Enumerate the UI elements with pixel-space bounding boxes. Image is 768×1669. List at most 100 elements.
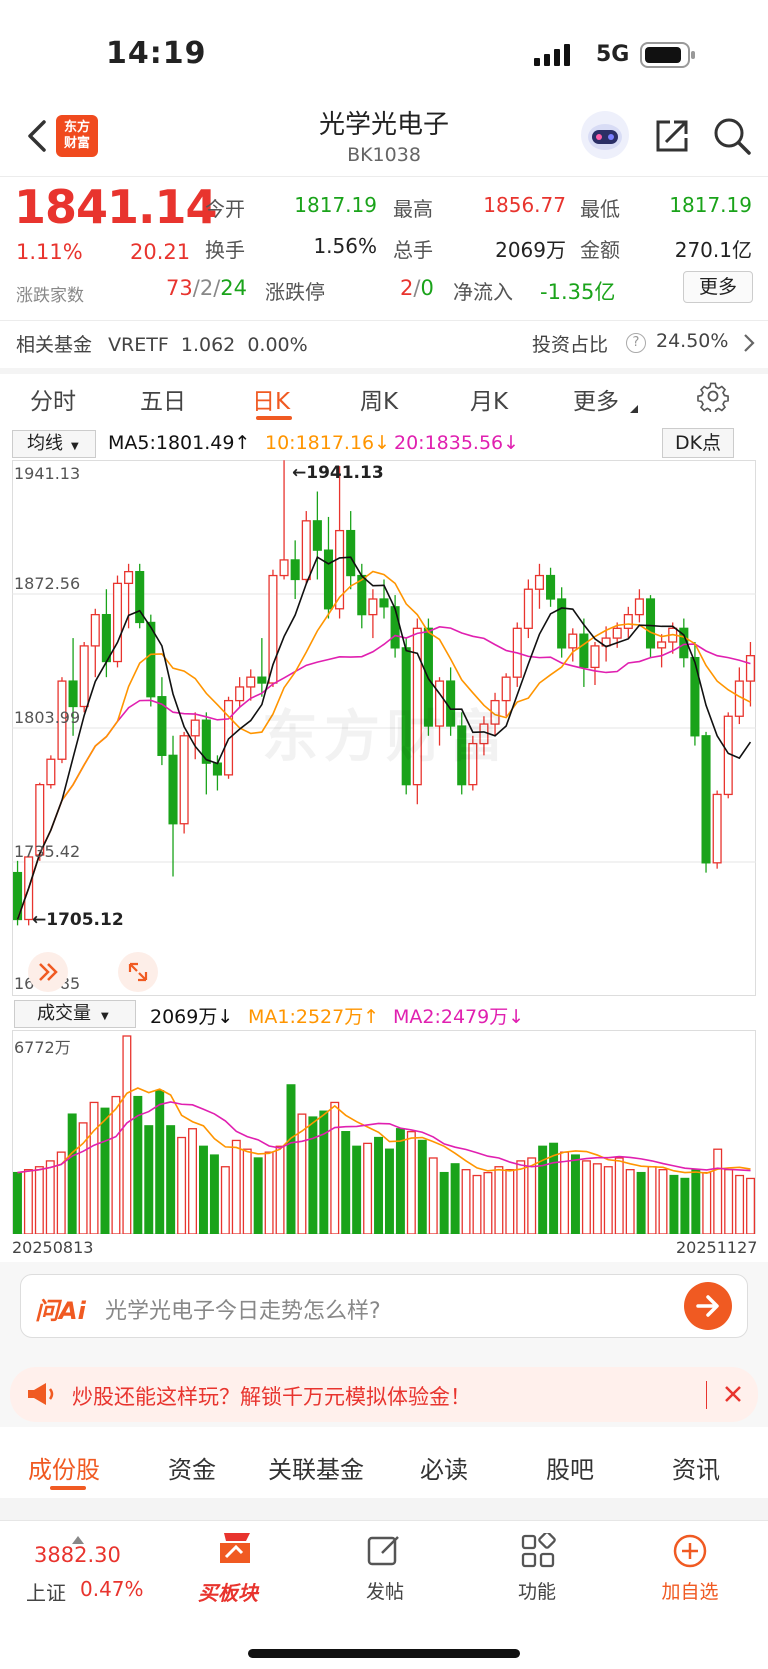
more-button[interactable]: 更多 — [683, 271, 753, 303]
volume-bar-8 — [100, 1107, 110, 1234]
dk-button[interactable]: DK点 — [662, 428, 734, 458]
fund-pct: 0.00% — [247, 334, 308, 356]
tab-intraday[interactable]: 分时 — [30, 382, 76, 416]
fund-row[interactable]: 相关基金 VRETF 1.062 0.00% 投资占比 ? 24.50% — [16, 330, 756, 360]
volume-bar-12 — [144, 1125, 154, 1234]
volume-bar-25 — [286, 1084, 296, 1234]
ai-robot-icon[interactable] — [580, 110, 630, 160]
breadth-label: 涨跌家数 — [16, 286, 84, 306]
candle-21 — [246, 676, 256, 688]
function-label: 功能 — [517, 1581, 556, 1603]
volume-bar-39 — [439, 1171, 449, 1234]
volume-bar-19 — [220, 1166, 230, 1234]
candle-52 — [590, 645, 600, 669]
arrow-right-icon[interactable] — [684, 1282, 732, 1330]
volume-bar-16 — [188, 1128, 198, 1234]
volume-bar-10 — [122, 1035, 132, 1234]
home-indicator — [248, 1649, 520, 1658]
candle-61 — [690, 656, 700, 737]
high-value: 1856.77 — [483, 193, 566, 217]
candle-18 — [212, 762, 222, 776]
volume-bar-7 — [89, 1101, 99, 1234]
volume-bar-45 — [505, 1169, 515, 1234]
gear-icon[interactable] — [697, 380, 729, 415]
volume-bar-14 — [166, 1125, 176, 1234]
close-icon[interactable] — [722, 1383, 744, 1409]
volume-chart[interactable] — [12, 1030, 756, 1234]
volume-bar-59 — [658, 1169, 668, 1234]
volume-bar-5 — [67, 1113, 77, 1234]
volume-bar-31 — [352, 1145, 362, 1234]
signal-icon — [534, 44, 580, 66]
tab-weekly-k[interactable]: 周K — [360, 382, 398, 416]
ai-query-box[interactable]: 问Ai 光学光电子今日走势怎么样? — [20, 1274, 748, 1338]
tab-monthly-k[interactable]: 月K — [470, 382, 508, 416]
candle-50 — [568, 633, 578, 649]
candle-8 — [101, 613, 111, 663]
volume-select[interactable]: 成交量 ▼ — [14, 1000, 136, 1028]
expand-icon[interactable] — [118, 952, 158, 992]
candle-51 — [579, 633, 589, 669]
index-value[interactable]: 3882.30 — [34, 1543, 121, 1567]
tab-constituents[interactable]: 成份股 — [28, 1450, 100, 1485]
low-label: 最低 — [580, 197, 620, 221]
ai-input[interactable]: 光学光电子今日走势怎么样? — [105, 1293, 381, 1325]
share-icon[interactable] — [652, 116, 692, 156]
low-value: 1817.19 — [669, 193, 752, 217]
candle-27 — [312, 520, 322, 551]
volume-bar-30 — [341, 1131, 351, 1234]
open-label: 今开 — [205, 197, 245, 221]
help-icon[interactable]: ? — [626, 333, 646, 353]
limit-label: 涨跌停 — [265, 280, 325, 304]
candle-19 — [224, 699, 234, 776]
volume-bar-42 — [472, 1174, 482, 1234]
function-button[interactable]: 功能 — [502, 1531, 572, 1613]
tab-news[interactable]: 资讯 — [672, 1450, 720, 1485]
fast-forward-icon[interactable] — [28, 952, 68, 992]
fund-label: 相关基金 — [16, 334, 93, 356]
volume-bar-35 — [395, 1128, 405, 1234]
candle-10 — [124, 570, 134, 585]
promo-banner[interactable]: 炒股还能这样玩？解锁千万元模拟体验金！ — [10, 1367, 758, 1422]
volume-bar-44 — [494, 1166, 504, 1234]
volume-bar-20 — [231, 1139, 241, 1234]
volume-bar-67 — [746, 1177, 756, 1234]
volume-ma2: MA2:2479万↓ — [393, 1006, 525, 1028]
candle-32 — [368, 598, 378, 616]
volume-bar-27 — [308, 1116, 318, 1234]
volume-bar-61 — [680, 1177, 690, 1234]
volume-bar-24 — [275, 1145, 285, 1234]
amount-label: 金额 — [580, 238, 620, 262]
watermark: 东方财富 — [262, 705, 510, 770]
active-tab-indicator — [256, 416, 292, 420]
volume-bar-3 — [45, 1160, 55, 1234]
plus-circle-icon — [672, 1533, 708, 1573]
volume-bar-1 — [23, 1169, 33, 1234]
volume-bar-56 — [625, 1169, 635, 1234]
tab-5day[interactable]: 五日 — [140, 382, 186, 416]
candle-48 — [546, 574, 556, 600]
dropdown-corner-icon — [630, 398, 638, 417]
volume-bar-50 — [560, 1151, 570, 1234]
netflow-value: -1.35亿 — [540, 280, 616, 304]
tab-capital[interactable]: 资金 — [168, 1450, 216, 1485]
volume-bar-63 — [702, 1171, 712, 1234]
candle-55 — [623, 613, 633, 629]
add-watchlist-button[interactable]: 加自选 — [650, 1533, 730, 1613]
tab-must-read[interactable]: 必读 — [420, 1450, 468, 1485]
ratio-value: 24.50% — [656, 330, 729, 352]
candle-49 — [557, 598, 567, 649]
ma-select[interactable]: 均线 ▼ — [12, 430, 96, 458]
y-tick-1: 1941.13 — [14, 464, 81, 483]
tab-daily-k[interactable]: 日K — [252, 382, 290, 416]
chevron-right-icon — [742, 332, 756, 359]
volume-bar-17 — [198, 1145, 208, 1234]
buy-board-button[interactable]: 买板块 — [190, 1531, 280, 1611]
post-button[interactable]: 发帖 — [350, 1533, 420, 1613]
search-icon[interactable] — [712, 116, 752, 156]
candle-33 — [379, 598, 389, 608]
tab-related-funds[interactable]: 关联基金 — [268, 1450, 364, 1485]
tab-more[interactable]: 更多 — [573, 382, 619, 416]
network-type: 5G — [596, 42, 630, 67]
tab-forum[interactable]: 股吧 — [546, 1450, 594, 1485]
